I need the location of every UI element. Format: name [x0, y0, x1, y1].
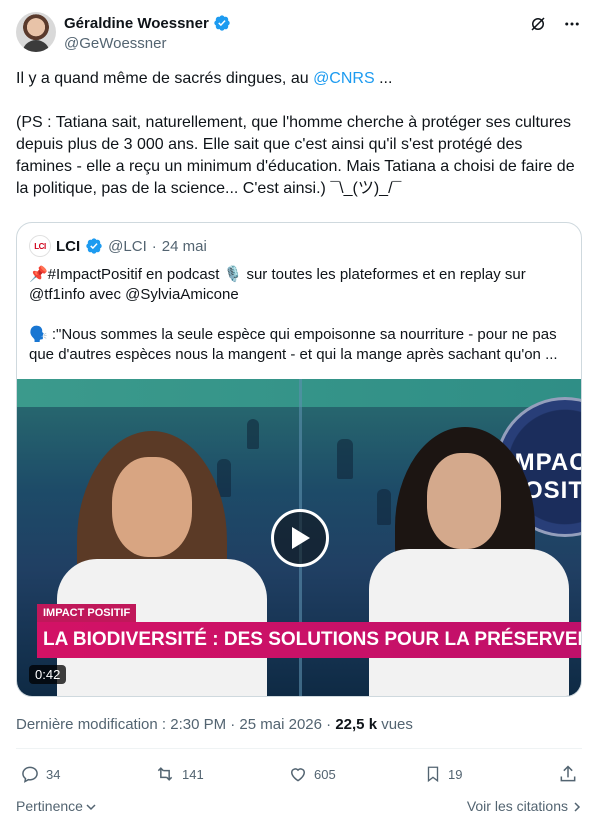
mention-link[interactable]: @CNRS [313, 70, 375, 87]
video-tag: IMPACT POSITIF [37, 604, 137, 622]
video-banner: LA BIODIVERSITÉ : DES SOLUTIONS POUR LA … [37, 622, 581, 658]
bookmark-icon [427, 766, 439, 783]
action-bar: 34 141 605 19 [16, 764, 582, 788]
quoted-tweet[interactable]: LCI LCI @LCI · 24 mai 📌#ImpactPositif en… [16, 222, 582, 697]
tweet-text-suffix: ... [374, 70, 393, 87]
repost-button[interactable]: 141 [154, 764, 204, 784]
quote-line: 📌#ImpactPositif en podcast 🎙️ sur toutes… [29, 266, 526, 283]
verified-badge-icon [214, 15, 230, 31]
author-handle[interactable]: @GeWoessner [64, 35, 167, 52]
play-button[interactable] [271, 509, 329, 567]
avatar[interactable] [16, 12, 56, 52]
tweet-text: Il y a quand même de sacrés dingues, au … [16, 68, 582, 222]
share-button[interactable] [558, 764, 578, 784]
video-player[interactable]: IMPACTPOSIT IMPACT POSITIF LA BIODIVERSI… [17, 379, 581, 696]
quote-line: que d'autres espèces nous la mangent - e… [29, 346, 558, 363]
quote-separator: · [151, 237, 157, 255]
play-icon [292, 527, 310, 549]
tweet-timestamp[interactable]: Dernière modification : 2:30 PM · 25 mai… [16, 716, 413, 733]
repost-icon [157, 767, 173, 781]
quote-line: @tf1info avec @SylviaAmicone [29, 286, 239, 303]
lci-avatar[interactable]: LCI [29, 235, 51, 257]
share-icon [560, 765, 576, 782]
quote-date[interactable]: 24 mai [162, 238, 207, 255]
quote-author-name[interactable]: LCI [56, 238, 80, 255]
chevron-right-icon [574, 802, 581, 812]
heart-icon [290, 768, 306, 782]
quote-author-handle[interactable]: @LCI [108, 238, 147, 255]
bookmark-button[interactable]: 19 [424, 764, 462, 784]
verified-badge-icon [86, 238, 102, 254]
tweet-text-prefix: Il y a quand même de sacrés dingues, au [16, 70, 314, 87]
video-duration: 0:42 [29, 665, 67, 684]
tweet-footer: Pertinence Voir les citations [16, 798, 582, 814]
chevron-down-icon [86, 804, 96, 811]
more-options-icon[interactable] [562, 14, 582, 34]
timestamp-text[interactable]: Dernière modification : 2:30 PM · 25 mai… [16, 716, 335, 733]
reply-icon [22, 766, 38, 783]
reply-count: 34 [46, 766, 61, 782]
grok-icon[interactable] [528, 14, 548, 34]
views-count: 22,5 k [335, 716, 378, 733]
repost-count: 141 [182, 766, 204, 782]
tweet-paragraph-2: (PS : Tatiana sait, naturellement, que l… [16, 114, 575, 197]
divider [16, 748, 582, 749]
quote-text: 📌#ImpactPositif en podcast 🎙️ sur toutes… [29, 265, 571, 365]
bookmark-count: 19 [448, 766, 463, 782]
views-label: vues [377, 716, 413, 733]
relevance-dropdown[interactable]: Pertinence [16, 798, 97, 814]
reply-button[interactable]: 34 [20, 764, 60, 784]
quote-line: 🗣️ :"Nous sommes la seule espèce qui emp… [29, 326, 557, 343]
like-button[interactable]: 605 [288, 764, 336, 784]
like-count: 605 [314, 766, 336, 782]
view-quotes-link[interactable]: Voir les citations [467, 798, 582, 814]
tweet-header: Géraldine Woessner @GeWoessner [16, 12, 582, 56]
author-name[interactable]: Géraldine Woessner [64, 15, 209, 32]
